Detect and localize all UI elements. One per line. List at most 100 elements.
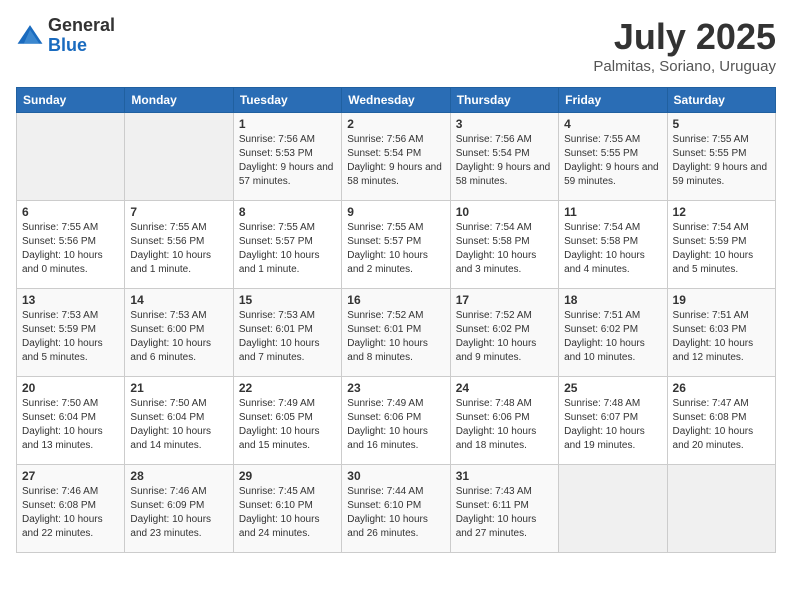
day-number: 25 <box>564 381 661 395</box>
day-info: Sunrise: 7:55 AMSunset: 5:55 PMDaylight:… <box>564 133 661 189</box>
day-number: 11 <box>564 205 661 219</box>
day-of-week-header: Thursday <box>450 88 558 113</box>
day-info: Sunrise: 7:56 AMSunset: 5:54 PMDaylight:… <box>456 133 553 189</box>
day-info: Sunrise: 7:50 AMSunset: 6:04 PMDaylight:… <box>130 397 227 453</box>
day-info: Sunrise: 7:50 AMSunset: 6:04 PMDaylight:… <box>22 397 119 453</box>
calendar-cell: 3 Sunrise: 7:56 AMSunset: 5:54 PMDaylight… <box>450 113 558 201</box>
day-info: Sunrise: 7:52 AMSunset: 6:01 PMDaylight:… <box>347 309 444 365</box>
calendar-cell: 28 Sunrise: 7:46 AMSunset: 6:09 PMDayligh… <box>125 465 233 553</box>
day-info: Sunrise: 7:51 AMSunset: 6:02 PMDaylight:… <box>564 309 661 365</box>
day-number: 22 <box>239 381 336 395</box>
day-info: Sunrise: 7:48 AMSunset: 6:06 PMDaylight:… <box>456 397 553 453</box>
day-number: 28 <box>130 469 227 483</box>
day-info: Sunrise: 7:55 AMSunset: 5:56 PMDaylight:… <box>22 221 119 277</box>
day-number: 18 <box>564 293 661 307</box>
title-block: July 2025 Palmitas, Soriano, Uruguay <box>593 16 776 75</box>
day-number: 9 <box>347 205 444 219</box>
day-number: 2 <box>347 117 444 131</box>
logo: General Blue <box>16 16 115 56</box>
day-number: 13 <box>22 293 119 307</box>
day-number: 29 <box>239 469 336 483</box>
day-number: 3 <box>456 117 553 131</box>
page-header: General Blue July 2025 Palmitas, Soriano… <box>16 16 776 75</box>
day-info: Sunrise: 7:55 AMSunset: 5:57 PMDaylight:… <box>239 221 336 277</box>
day-info: Sunrise: 7:43 AMSunset: 6:11 PMDaylight:… <box>456 485 553 541</box>
day-info: Sunrise: 7:49 AMSunset: 6:05 PMDaylight:… <box>239 397 336 453</box>
day-of-week-header: Wednesday <box>342 88 450 113</box>
day-number: 15 <box>239 293 336 307</box>
calendar-cell: 12 Sunrise: 7:54 AMSunset: 5:59 PMDayligh… <box>667 201 775 289</box>
calendar-week-row: 13 Sunrise: 7:53 AMSunset: 5:59 PMDayligh… <box>17 289 776 377</box>
calendar-cell: 27 Sunrise: 7:46 AMSunset: 6:08 PMDayligh… <box>17 465 125 553</box>
calendar-cell: 17Sunrise: 7:52 AMSunset: 6:02 PMDayligh… <box>450 289 558 377</box>
day-number: 24 <box>456 381 553 395</box>
calendar-cell: 29 Sunrise: 7:45 AMSunset: 6:10 PMDayligh… <box>233 465 341 553</box>
calendar-cell <box>125 113 233 201</box>
day-number: 31 <box>456 469 553 483</box>
day-info: Sunrise: 7:53 AMSunset: 6:01 PMDaylight:… <box>239 309 336 365</box>
day-info: Sunrise: 7:45 AMSunset: 6:10 PMDaylight:… <box>239 485 336 541</box>
day-of-week-header: Tuesday <box>233 88 341 113</box>
day-number: 21 <box>130 381 227 395</box>
calendar-cell: 7Sunrise: 7:55 AMSunset: 5:56 PMDaylight… <box>125 201 233 289</box>
calendar-cell: 20 Sunrise: 7:50 AMSunset: 6:04 PMDayligh… <box>17 377 125 465</box>
day-number: 5 <box>673 117 770 131</box>
day-info: Sunrise: 7:55 AMSunset: 5:55 PMDaylight:… <box>673 133 770 189</box>
day-info: Sunrise: 7:53 AMSunset: 5:59 PMDaylight:… <box>22 309 119 365</box>
calendar-week-row: 20 Sunrise: 7:50 AMSunset: 6:04 PMDayligh… <box>17 377 776 465</box>
calendar-cell: 15 Sunrise: 7:53 AMSunset: 6:01 PMDayligh… <box>233 289 341 377</box>
calendar-cell: 10 Sunrise: 7:54 AMSunset: 5:58 PMDayligh… <box>450 201 558 289</box>
calendar-cell: 19 Sunrise: 7:51 AMSunset: 6:03 PMDayligh… <box>667 289 775 377</box>
day-info: Sunrise: 7:56 AMSunset: 5:54 PMDaylight:… <box>347 133 444 189</box>
day-info: Sunrise: 7:54 AMSunset: 5:58 PMDaylight:… <box>564 221 661 277</box>
calendar-cell: 31 Sunrise: 7:43 AMSunset: 6:11 PMDayligh… <box>450 465 558 553</box>
day-number: 10 <box>456 205 553 219</box>
calendar-cell: 24 Sunrise: 7:48 AMSunset: 6:06 PMDayligh… <box>450 377 558 465</box>
calendar-cell: 5 Sunrise: 7:55 AMSunset: 5:55 PMDaylight… <box>667 113 775 201</box>
day-number: 20 <box>22 381 119 395</box>
calendar-table: SundayMondayTuesdayWednesdayThursdayFrid… <box>16 87 776 553</box>
calendar-cell: 30Sunrise: 7:44 AMSunset: 6:10 PMDayligh… <box>342 465 450 553</box>
calendar-cell: 13 Sunrise: 7:53 AMSunset: 5:59 PMDayligh… <box>17 289 125 377</box>
day-info: Sunrise: 7:51 AMSunset: 6:03 PMDaylight:… <box>673 309 770 365</box>
day-info: Sunrise: 7:53 AMSunset: 6:00 PMDaylight:… <box>130 309 227 365</box>
day-number: 23 <box>347 381 444 395</box>
day-info: Sunrise: 7:54 AMSunset: 5:59 PMDaylight:… <box>673 221 770 277</box>
day-info: Sunrise: 7:46 AMSunset: 6:08 PMDaylight:… <box>22 485 119 541</box>
calendar-cell <box>17 113 125 201</box>
calendar-cell: 21 Sunrise: 7:50 AMSunset: 6:04 PMDayligh… <box>125 377 233 465</box>
day-info: Sunrise: 7:54 AMSunset: 5:58 PMDaylight:… <box>456 221 553 277</box>
day-number: 26 <box>673 381 770 395</box>
calendar-cell: 23 Sunrise: 7:49 AMSunset: 6:06 PMDayligh… <box>342 377 450 465</box>
day-number: 30 <box>347 469 444 483</box>
day-number: 19 <box>673 293 770 307</box>
day-info: Sunrise: 7:47 AMSunset: 6:08 PMDaylight:… <box>673 397 770 453</box>
calendar-cell <box>559 465 667 553</box>
day-number: 8 <box>239 205 336 219</box>
month-title: July 2025 <box>593 16 776 58</box>
day-number: 27 <box>22 469 119 483</box>
day-info: Sunrise: 7:46 AMSunset: 6:09 PMDaylight:… <box>130 485 227 541</box>
day-number: 12 <box>673 205 770 219</box>
logo-general: General <box>48 16 115 36</box>
location-subtitle: Palmitas, Soriano, Uruguay <box>593 58 776 75</box>
calendar-cell: 6Sunrise: 7:55 AMSunset: 5:56 PMDaylight… <box>17 201 125 289</box>
day-info: Sunrise: 7:49 AMSunset: 6:06 PMDaylight:… <box>347 397 444 453</box>
day-info: Sunrise: 7:48 AMSunset: 6:07 PMDaylight:… <box>564 397 661 453</box>
day-number: 16 <box>347 293 444 307</box>
day-of-week-header: Friday <box>559 88 667 113</box>
day-info: Sunrise: 7:52 AMSunset: 6:02 PMDaylight:… <box>456 309 553 365</box>
calendar-header-row: SundayMondayTuesdayWednesdayThursdayFrid… <box>17 88 776 113</box>
calendar-week-row: 6Sunrise: 7:55 AMSunset: 5:56 PMDaylight… <box>17 201 776 289</box>
day-number: 1 <box>239 117 336 131</box>
day-info: Sunrise: 7:56 AMSunset: 5:53 PMDaylight:… <box>239 133 336 189</box>
calendar-cell: 14 Sunrise: 7:53 AMSunset: 6:00 PMDayligh… <box>125 289 233 377</box>
logo-icon <box>16 22 44 50</box>
calendar-week-row: 27 Sunrise: 7:46 AMSunset: 6:08 PMDayligh… <box>17 465 776 553</box>
day-info: Sunrise: 7:55 AMSunset: 5:57 PMDaylight:… <box>347 221 444 277</box>
calendar-cell: 18 Sunrise: 7:51 AMSunset: 6:02 PMDayligh… <box>559 289 667 377</box>
calendar-cell: 11 Sunrise: 7:54 AMSunset: 5:58 PMDayligh… <box>559 201 667 289</box>
day-number: 14 <box>130 293 227 307</box>
calendar-cell: 25 Sunrise: 7:48 AMSunset: 6:07 PMDayligh… <box>559 377 667 465</box>
logo-text: General Blue <box>48 16 115 56</box>
